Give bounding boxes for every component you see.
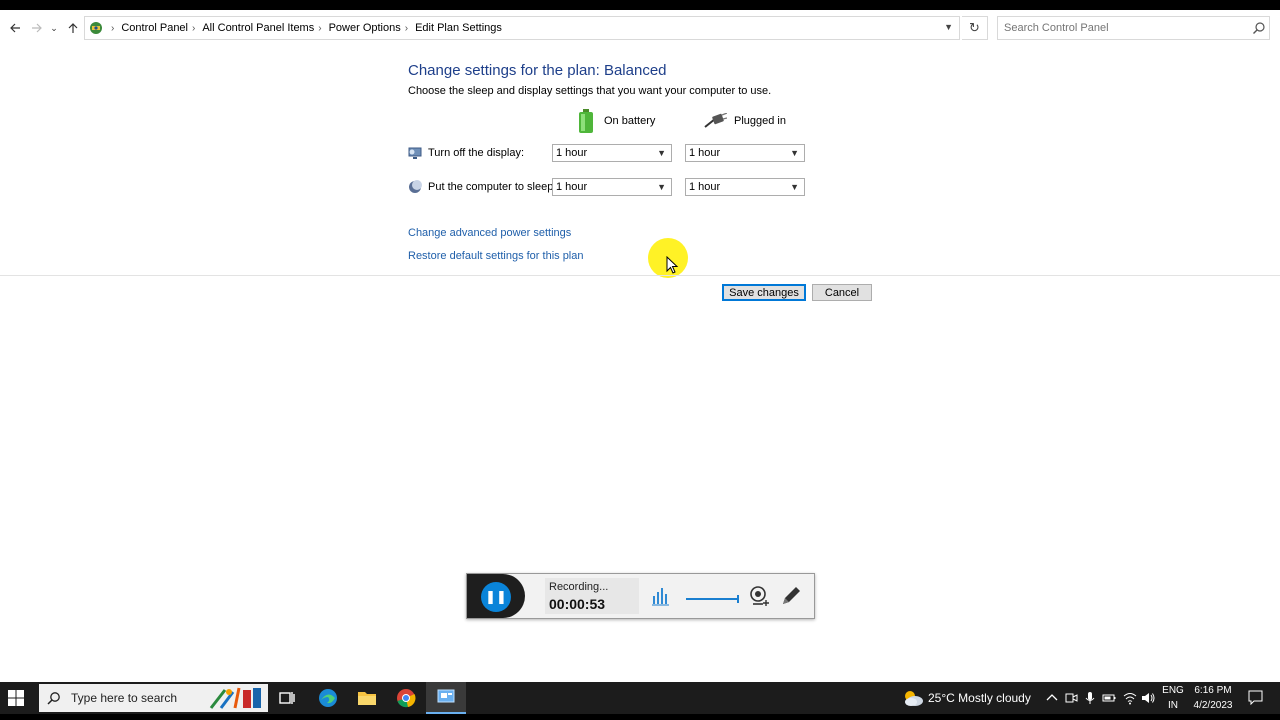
weather-text[interactable]: 25°C Mostly cloudy [928, 691, 1031, 705]
on-battery-label: On battery [604, 115, 656, 127]
recording-status-box: Recording... 00:00:53 [545, 578, 639, 614]
back-button[interactable] [6, 18, 24, 38]
search-input[interactable] [997, 16, 1270, 40]
navigation-bar: ⌄ › Control Panel › All Control Panel It… [0, 16, 1280, 40]
chevron-up-icon[interactable] [1045, 691, 1059, 705]
control-panel-app-icon [437, 689, 455, 703]
file-explorer-icon[interactable] [357, 688, 377, 708]
chrome-browser-icon[interactable] [396, 688, 416, 708]
address-dropdown-icon[interactable]: ▼ [944, 22, 953, 32]
sleep-row: Put the computer to sleep: [408, 178, 556, 196]
chevron-down-icon: ⌄ [50, 22, 58, 33]
forward-arrow-icon [32, 23, 42, 33]
edge-browser-icon[interactable] [318, 688, 338, 708]
sleep-plugged-in-value: 1 hour [689, 181, 721, 193]
search-highlight-art-icon [209, 687, 261, 709]
forward-button[interactable] [28, 18, 46, 38]
plugged-in-label: Plugged in [734, 115, 786, 127]
cancel-button[interactable]: Cancel [812, 284, 872, 301]
restore-defaults-link[interactable]: Restore default settings for this plan [408, 250, 583, 262]
recent-locations-button[interactable]: ⌄ [48, 18, 60, 38]
display-on-battery-value: 1 hour [556, 147, 588, 159]
column-plugged-in: Plugged in [703, 108, 786, 134]
sleep-on-battery-select[interactable]: 1 hour ▼ [552, 178, 672, 196]
breadcrumb-separator: › [404, 22, 409, 34]
clock-date[interactable]: 4/2/2023 [1190, 700, 1236, 711]
power-plug-icon [704, 113, 727, 128]
sleep-label: Put the computer to sleep: [428, 181, 557, 193]
taskbar: Type here to search 25°C Mostly cloudy E… [0, 682, 1280, 714]
back-arrow-icon [10, 23, 20, 33]
page-subtitle: Choose the sleep and display settings th… [408, 85, 772, 97]
windows-start-icon[interactable] [8, 690, 24, 706]
task-view-icon[interactable] [277, 688, 297, 708]
display-plugged-in-value: 1 hour [689, 147, 721, 159]
recording-timer: 00:00:53 [549, 596, 606, 612]
recording-status: Recording... [549, 581, 609, 593]
search-icon [1253, 22, 1265, 34]
display-icon [408, 147, 422, 159]
breadcrumb-power-options[interactable]: Power Options [329, 22, 401, 34]
breadcrumb-all-items[interactable]: All Control Panel Items [202, 22, 314, 34]
battery-status-icon[interactable] [1102, 691, 1116, 705]
webcam-icon[interactable] [747, 584, 771, 608]
volume-slider[interactable] [685, 594, 740, 604]
weather-cloudy-icon[interactable] [902, 689, 924, 707]
button-bar-divider [0, 275, 1280, 276]
search-icon [47, 692, 60, 705]
chevron-down-icon: ▼ [657, 148, 666, 158]
turn-off-display-row: Turn off the display: [408, 144, 524, 162]
audio-level-icon[interactable] [649, 584, 673, 608]
sleep-plugged-in-select[interactable]: 1 hour ▼ [685, 178, 805, 196]
taskbar-control-panel-active[interactable] [426, 682, 466, 714]
pause-recording-button[interactable]: ❚❚ [481, 582, 511, 612]
mouse-cursor-icon [666, 256, 679, 274]
refresh-button[interactable]: ↻ [962, 16, 988, 40]
battery-icon [579, 109, 593, 133]
input-language[interactable]: ENG [1162, 685, 1184, 696]
input-region[interactable]: IN [1162, 700, 1184, 711]
breadcrumb-edit-plan[interactable]: Edit Plan Settings [415, 22, 502, 34]
microphone-icon[interactable] [1083, 691, 1097, 705]
breadcrumb-separator: › [111, 22, 115, 34]
column-on-battery: On battery [578, 108, 655, 134]
up-arrow-icon [68, 23, 78, 33]
meet-now-icon[interactable] [1064, 691, 1078, 705]
taskbar-search-placeholder: Type here to search [71, 691, 178, 705]
pause-icon: ❚❚ [485, 589, 507, 604]
advanced-power-settings-link[interactable]: Change advanced power settings [408, 227, 571, 239]
clock-time[interactable]: 6:16 PM [1190, 685, 1236, 696]
chevron-down-icon: ▼ [790, 148, 799, 158]
refresh-icon: ↻ [969, 20, 980, 35]
sleep-on-battery-value: 1 hour [556, 181, 588, 193]
display-plugged-in-select[interactable]: 1 hour ▼ [685, 144, 805, 162]
sleep-moon-icon [409, 180, 422, 193]
wifi-icon[interactable] [1123, 691, 1137, 705]
up-button[interactable] [64, 18, 82, 38]
pen-annotate-icon[interactable] [779, 584, 803, 608]
control-panel-icon [90, 22, 102, 34]
taskbar-search-box[interactable]: Type here to search [39, 684, 268, 712]
chevron-down-icon: ▼ [657, 182, 666, 192]
screen-recorder-toolbar: ❚❚ Recording... 00:00:53 [466, 573, 815, 619]
notification-center-icon[interactable] [1248, 690, 1263, 705]
turn-off-display-label: Turn off the display: [428, 147, 524, 159]
display-on-battery-select[interactable]: 1 hour ▼ [552, 144, 672, 162]
save-changes-button[interactable]: Save changes [722, 284, 806, 301]
page-title: Change settings for the plan: Balanced [408, 62, 667, 79]
volume-icon[interactable] [1141, 691, 1155, 705]
breadcrumb-separator: › [318, 22, 322, 34]
address-bar[interactable]: › Control Panel › All Control Panel Item… [84, 16, 960, 40]
breadcrumb-separator: › [192, 22, 196, 34]
breadcrumb-control-panel[interactable]: Control Panel [121, 22, 188, 34]
chevron-down-icon: ▼ [790, 182, 799, 192]
